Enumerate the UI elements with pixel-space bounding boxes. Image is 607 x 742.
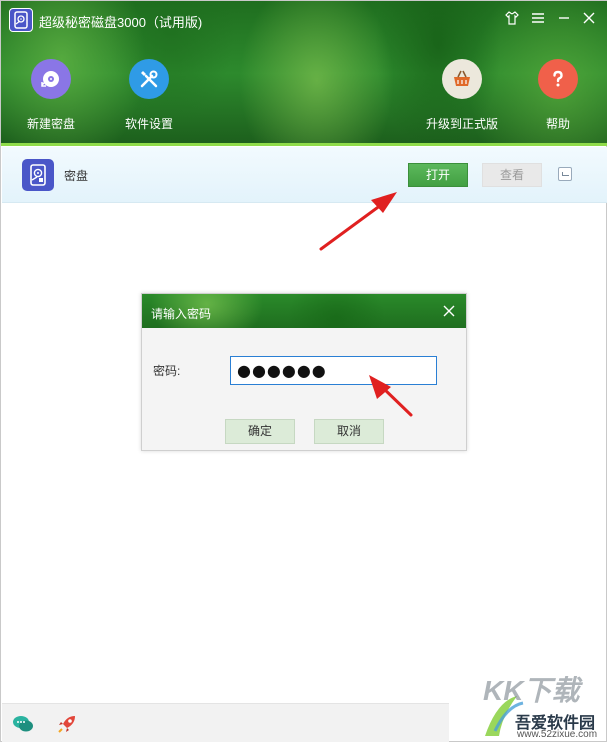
help-icon	[538, 59, 578, 99]
footer-bar	[2, 703, 449, 742]
app-title: 超级秘密磁盘3000（试用版)	[39, 15, 203, 30]
basket-icon	[442, 59, 482, 99]
ok-button[interactable]: 确定	[225, 419, 295, 444]
new-disk-button[interactable]: 新建密盘	[16, 59, 86, 132]
password-dialog: 请输入密码 密码: ●●●●●● 确定 取消	[141, 293, 467, 451]
header-bar: 超级秘密磁盘3000（试用版) 新建密盘 软件设置 升级到正式版 帮助	[1, 1, 607, 146]
disk-icon	[22, 159, 54, 191]
disk-name: 密盘	[64, 169, 89, 183]
watermark-big-text: KK下载	[483, 675, 580, 706]
view-button[interactable]: 查看	[482, 163, 542, 187]
help-label: 帮助	[545, 117, 570, 131]
app-logo-icon	[9, 8, 33, 32]
dialog-close-icon[interactable]	[442, 304, 456, 318]
upgrade-button[interactable]: 升级到正式版	[419, 59, 505, 132]
row-dropdown-icon[interactable]	[558, 167, 572, 181]
disk-list-row[interactable]: 密盘 打开 查看	[2, 147, 607, 203]
new-disk-label: 新建密盘	[26, 117, 75, 131]
password-input[interactable]: ●●●●●●	[230, 356, 437, 385]
close-icon[interactable]	[580, 10, 598, 28]
tools-icon	[129, 59, 169, 99]
menu-icon[interactable]	[529, 10, 547, 28]
password-label: 密码:	[153, 364, 181, 378]
help-button[interactable]: 帮助	[523, 59, 593, 132]
dialog-title: 请输入密码	[151, 307, 212, 321]
open-button[interactable]: 打开	[408, 163, 468, 187]
shirt-icon[interactable]	[503, 10, 521, 28]
rocket-icon[interactable]	[56, 713, 78, 735]
dialog-titlebar: 请输入密码	[142, 294, 466, 328]
minimize-icon[interactable]	[555, 10, 573, 28]
disk-add-icon	[31, 59, 71, 99]
watermark-url: www.52zixue.com	[517, 729, 598, 740]
app-window: 超级秘密磁盘3000（试用版) 新建密盘 软件设置 升级到正式版 帮助 密盘 打…	[0, 0, 607, 742]
upgrade-label: 升级到正式版	[425, 117, 498, 131]
settings-button[interactable]: 软件设置	[114, 59, 184, 132]
cancel-button[interactable]: 取消	[314, 419, 384, 444]
settings-label: 软件设置	[124, 117, 173, 131]
chat-icon[interactable]	[12, 713, 34, 735]
